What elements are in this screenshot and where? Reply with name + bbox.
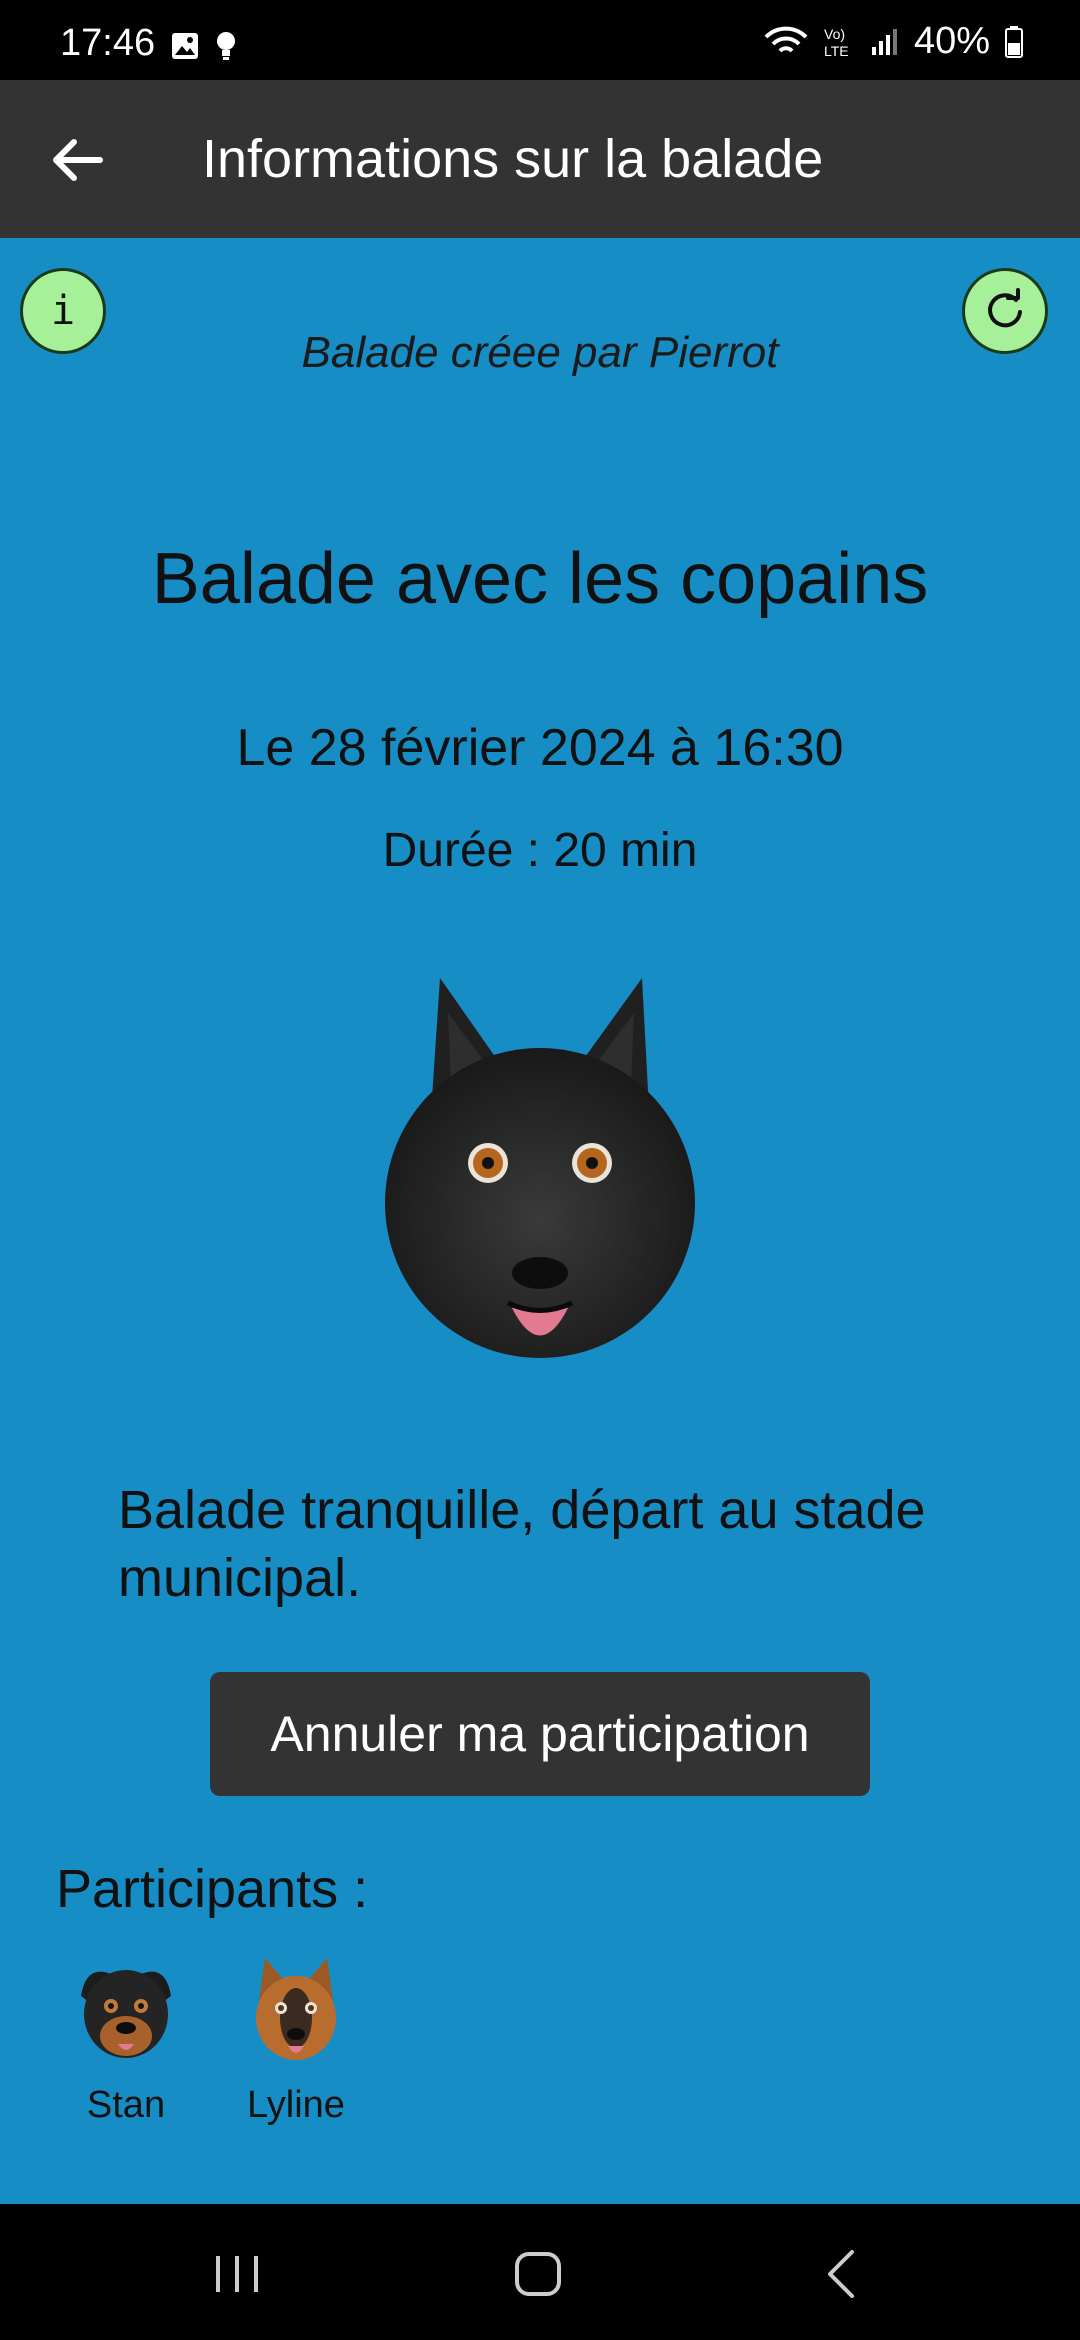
walk-description: Balade tranquille, départ au stade munic…	[118, 1480, 926, 1608]
participants-heading: Participants :	[56, 1859, 369, 1919]
walk-details: i Balade créee par Pierrot Balade avec l…	[0, 238, 1080, 2204]
status-bar: 17:46 Vo) LTE 40%	[0, 0, 1080, 80]
svg-text:LTE: LTE	[824, 43, 849, 59]
app-bar: Informations sur la balade	[0, 80, 1080, 238]
participant-stan[interactable]: Stan	[56, 1956, 196, 2127]
battery-percent: 40%	[913, 20, 990, 62]
image-icon	[172, 33, 198, 59]
back-nav-icon[interactable]	[806, 2244, 876, 2304]
dog-avatar	[385, 978, 695, 1358]
system-nav-bar	[0, 2204, 1080, 2340]
cancel-participation-button[interactable]: Annuler ma participation	[210, 1672, 870, 1796]
status-time: 17:46	[60, 22, 156, 64]
participant-avatar	[81, 1970, 171, 2058]
arrow-left-icon[interactable]	[48, 130, 108, 190]
recent-apps-icon[interactable]	[202, 2244, 272, 2304]
walk-creator: Balade créee par Pierrot	[301, 328, 779, 377]
wifi-icon	[764, 26, 808, 53]
battery-icon	[1005, 25, 1023, 58]
svg-text:Vo): Vo)	[824, 26, 845, 42]
walk-date: Le 28 février 2024 à 16:30	[236, 719, 844, 777]
bulb-icon	[217, 32, 235, 60]
home-icon[interactable]	[503, 2244, 573, 2304]
participant-avatar	[256, 1958, 336, 2060]
volte-icon: Vo) LTE	[824, 26, 849, 59]
signal-icon	[871, 28, 897, 55]
walk-duration: Durée : 20 min	[382, 824, 698, 877]
participant-name: Stan	[86, 2084, 166, 2126]
page-title: Informations sur la balade	[202, 129, 824, 189]
participant-name: Lyline	[247, 2084, 345, 2126]
walk-title: Balade avec les copains	[151, 539, 929, 619]
participant-lyline[interactable]: Lyline	[226, 1956, 366, 2127]
